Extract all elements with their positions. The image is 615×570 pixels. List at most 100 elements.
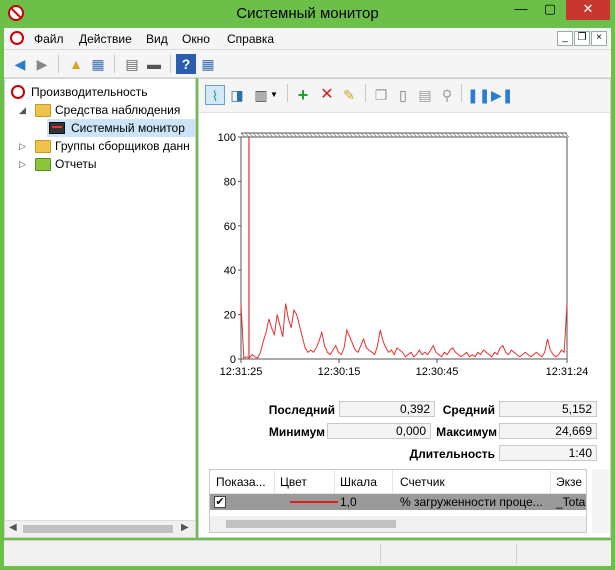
hatch-mark <box>308 132 314 138</box>
hatch-mark <box>252 132 258 138</box>
maximize-button[interactable]: ▢ <box>537 0 563 20</box>
last-label: Последний <box>268 403 335 417</box>
up-folder-icon[interactable]: ▲ <box>66 54 86 74</box>
show-tree-icon[interactable]: ▦ <box>88 54 108 74</box>
hatch-mark <box>256 132 262 138</box>
system-menu-icon[interactable] <box>10 31 24 45</box>
hatch-mark <box>520 132 526 138</box>
mdi-close-button[interactable]: × <box>591 31 607 46</box>
graph-area: 100 80 60 40 20 0 12:31:25 12:30:15 12:30:45 12:3… <box>199 113 610 393</box>
col-scale[interactable]: Шкала <box>340 475 377 489</box>
grid-view-icon[interactable]: ▦ <box>198 54 218 74</box>
hatch-mark <box>412 132 418 138</box>
minimize-button[interactable]: — <box>508 0 534 20</box>
hatch-mark <box>260 132 266 138</box>
paste-counter-list-icon[interactable]: ▯ <box>393 85 413 105</box>
table-header: Показа... Цвет Шкала Счетчик Экзе <box>210 470 586 494</box>
hatch-mark <box>368 132 374 138</box>
hatch-mark <box>432 132 438 138</box>
col-show[interactable]: Показа... <box>216 475 266 489</box>
maximum-value: 24,669 <box>499 423 597 439</box>
hatch-mark <box>564 132 570 138</box>
forward-arrow-icon[interactable]: ▶ <box>32 54 52 74</box>
col-counter[interactable]: Счетчик <box>400 475 445 489</box>
table-horizontal-scrollbar[interactable] <box>210 516 586 532</box>
help-icon[interactable]: ? <box>176 54 196 74</box>
hatch-mark <box>400 132 406 138</box>
add-counter-icon[interactable]: + <box>293 85 313 105</box>
toolbar-separator <box>58 55 59 73</box>
tree-item-monitoring-tools[interactable]: ◢ Средства наблюдения <box>9 101 189 119</box>
tree-item-system-monitor[interactable]: Системный монитор <box>47 119 195 137</box>
change-graph-type-icon[interactable]: ▥ <box>251 85 271 105</box>
reports-icon <box>35 158 51 171</box>
x-tick-label: 12:30:45 <box>416 366 459 378</box>
hatch-mark <box>248 132 254 138</box>
hatch-mark <box>300 132 306 138</box>
hatch-mark <box>468 132 474 138</box>
menu-action[interactable]: Действие <box>79 32 132 46</box>
hatch-mark <box>480 132 486 138</box>
properties-icon[interactable]: ▤ <box>415 85 435 105</box>
view-current-activity-icon[interactable]: ⌇ <box>205 85 225 105</box>
hatch-mark <box>516 132 522 138</box>
hatch-mark <box>560 132 566 138</box>
copy-properties-icon[interactable]: ❐ <box>371 85 391 105</box>
col-instance[interactable]: Экзе <box>556 475 582 489</box>
hatch-mark <box>476 132 482 138</box>
y-tick-label: 0 <box>230 354 236 366</box>
table-vertical-scrollbar[interactable] <box>592 469 610 533</box>
y-tick-label: 40 <box>224 265 236 277</box>
col-color[interactable]: Цвет <box>280 475 307 489</box>
freeze-display-icon[interactable]: ❚❚ <box>467 85 490 105</box>
tree-item-performance[interactable]: Производительность <box>9 83 189 101</box>
hatch-mark <box>344 132 350 138</box>
hatch-mark <box>524 132 530 138</box>
x-tick-label: 12:31:24 <box>546 366 589 378</box>
scroll-left-icon[interactable]: ◀ <box>9 522 17 533</box>
hatch-mark <box>296 132 302 138</box>
toolbar-separator <box>461 84 462 102</box>
hatch-mark <box>452 132 458 138</box>
menu-window[interactable]: Окно <box>182 32 210 46</box>
back-arrow-icon[interactable]: ◀ <box>10 54 30 74</box>
tree-item-reports[interactable]: ▷ Отчеты <box>9 155 189 173</box>
menu-view[interactable]: Вид <box>146 32 168 46</box>
collapsed-arrow-icon[interactable]: ▷ <box>19 155 29 173</box>
hatch-mark <box>372 132 378 138</box>
hatch-mark <box>356 132 362 138</box>
table-row[interactable]: ✔ 1,0 % загруженности проце... _Tota <box>210 494 586 510</box>
mdi-minimize-button[interactable]: _ <box>557 31 573 46</box>
menu-help[interactable]: Справка <box>227 32 274 46</box>
hatch-mark <box>484 132 490 138</box>
hatch-mark <box>540 132 546 138</box>
close-button[interactable]: ✕ <box>566 0 610 20</box>
tree-item-data-collector-sets[interactable]: ▷ Группы сборщиков данн <box>9 137 195 155</box>
hatch-mark <box>364 132 370 138</box>
chevron-down-icon[interactable]: ▼ <box>269 85 279 105</box>
hatch-mark <box>244 132 250 138</box>
menu-file[interactable]: Файл <box>34 32 64 46</box>
collapsed-arrow-icon[interactable]: ▷ <box>19 137 29 155</box>
update-data-icon[interactable]: ▶❚ <box>491 85 514 105</box>
mdi-restore-button[interactable]: ❐ <box>574 31 590 46</box>
print-icon[interactable]: ▬ <box>144 54 164 74</box>
hatch-mark <box>264 132 270 138</box>
zoom-icon[interactable]: ⚲ <box>437 85 457 105</box>
delete-counter-icon[interactable]: ✕ <box>317 85 337 105</box>
show-checkbox[interactable]: ✔ <box>214 496 226 508</box>
hatch-mark <box>460 132 466 138</box>
view-log-data-icon[interactable]: ◨ <box>227 85 247 105</box>
properties-icon[interactable]: ▤ <box>122 54 142 74</box>
scroll-right-icon[interactable]: ▶ <box>181 522 189 533</box>
scroll-thumb[interactable] <box>226 520 396 528</box>
hatch-mark <box>456 132 462 138</box>
hatch-mark <box>292 132 298 138</box>
average-value: 5,152 <box>499 401 597 417</box>
tree-horizontal-scrollbar[interactable]: ◀ ▶ <box>5 520 195 537</box>
expanded-arrow-icon[interactable]: ◢ <box>19 101 29 119</box>
scroll-thumb[interactable] <box>23 525 173 533</box>
highlight-icon[interactable]: ✎ <box>339 85 359 105</box>
x-tick-label: 12:31:25 <box>220 366 263 378</box>
hatch-mark <box>416 132 422 138</box>
